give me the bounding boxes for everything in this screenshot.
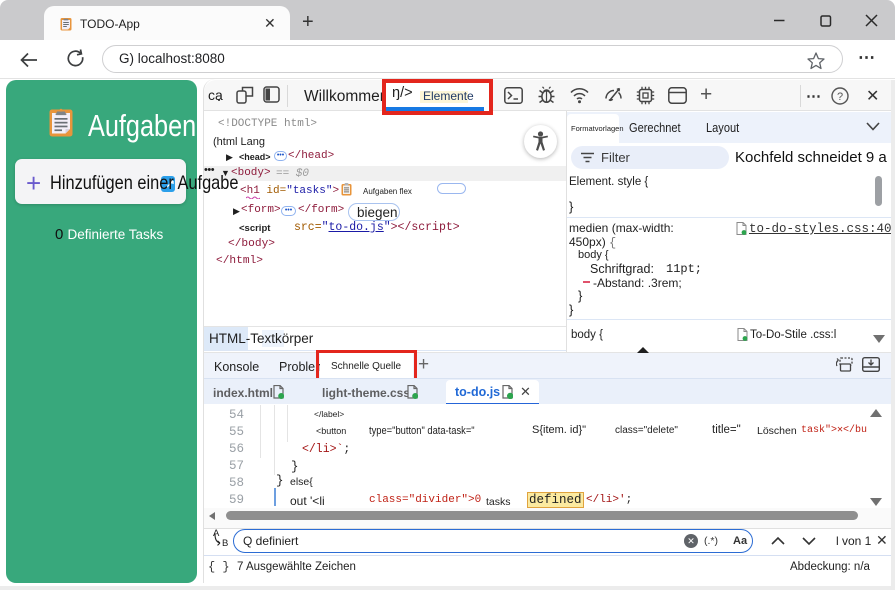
svg-text:?: ? — [837, 91, 843, 103]
